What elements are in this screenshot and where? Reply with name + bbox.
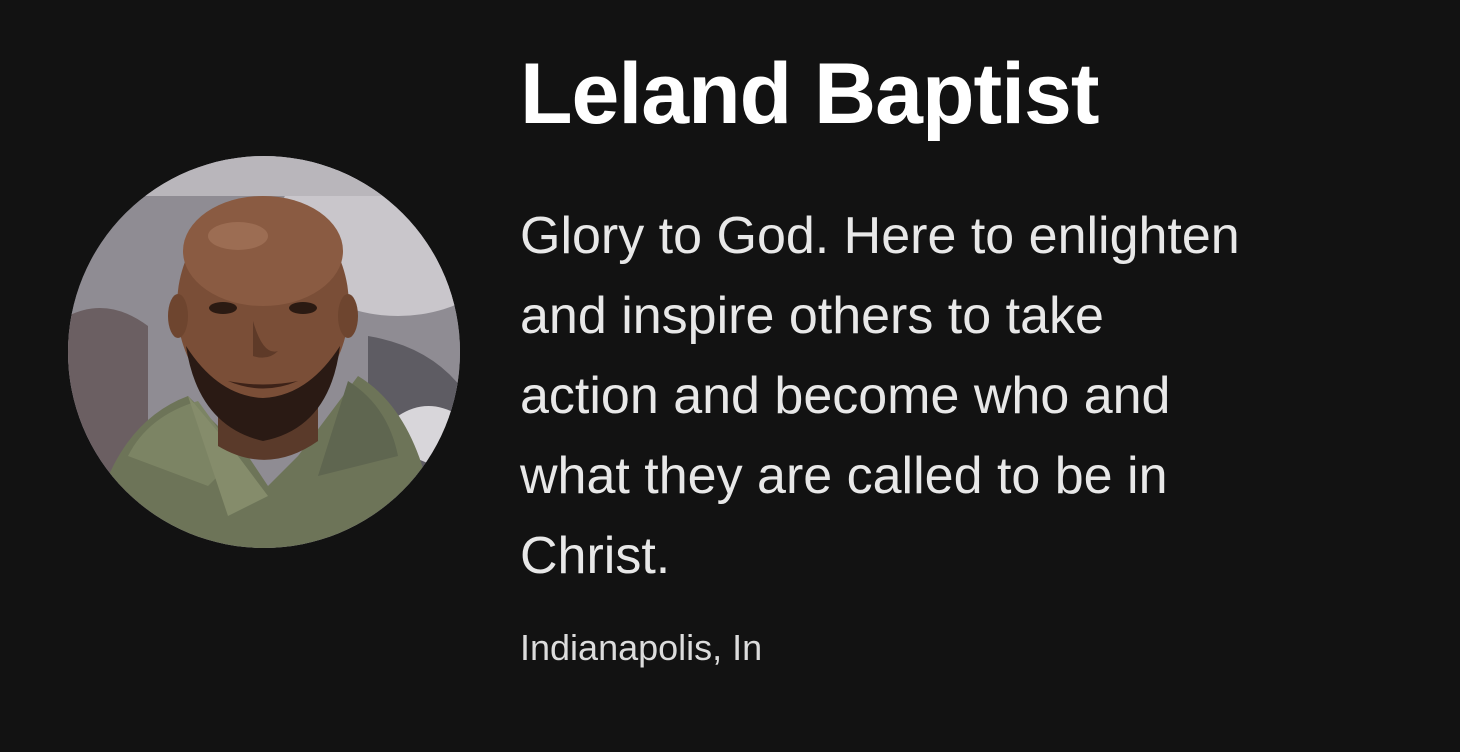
bio-line: and inspire others to take — [520, 287, 1104, 345]
bio-line: Christ. — [520, 527, 671, 585]
avatar[interactable] — [68, 156, 460, 548]
bio-line: action and become who and — [520, 367, 1171, 425]
bio-line: what they are called to be in — [520, 447, 1168, 505]
profile-bio: Glory to God. Here to enlighten and insp… — [520, 196, 1420, 596]
profile-location: Indianapolis, In — [520, 627, 763, 668]
profile-photo-icon — [68, 156, 460, 548]
profile-name: Leland Baptist — [520, 46, 1100, 142]
profile-card: Leland Baptist Glory to God. Here to enl… — [0, 0, 1460, 752]
bio-line: Glory to God. Here to enlighten — [520, 207, 1240, 265]
